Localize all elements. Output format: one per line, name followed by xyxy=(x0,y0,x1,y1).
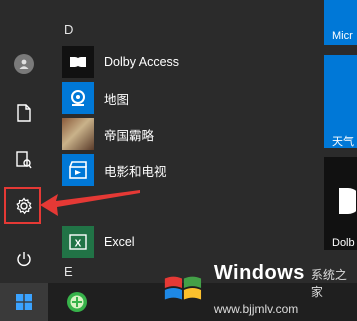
document-icon xyxy=(17,104,31,122)
tile-label: Dolb xyxy=(332,237,355,249)
user-avatar-button[interactable] xyxy=(4,44,44,84)
pictures-icon xyxy=(16,151,32,169)
settings-highlight-box xyxy=(4,187,41,224)
watermark: Windows 系统之家 www.bjjmlv.com xyxy=(162,262,352,316)
game-thumbnail-icon xyxy=(62,118,94,150)
user-icon xyxy=(14,54,34,74)
windows-flag-logo xyxy=(164,276,202,300)
documents-button[interactable] xyxy=(4,93,44,133)
app-label: 电影和电视 xyxy=(104,164,167,179)
start-sidebar xyxy=(0,0,48,283)
app-label: Dolby Access xyxy=(104,55,180,69)
section-letter-d[interactable]: D xyxy=(64,22,73,37)
dolby-icon xyxy=(339,188,356,214)
app-label: Excel xyxy=(104,235,135,249)
app-item-movies-tv[interactable]: 电影和电视 xyxy=(62,153,302,187)
power-icon xyxy=(17,252,31,266)
svg-text:X: X xyxy=(75,239,82,250)
app-item-empire-game[interactable]: 帝国霸略 xyxy=(62,117,302,151)
app-item-maps[interactable]: 地图 xyxy=(62,81,302,115)
maps-icon xyxy=(62,82,94,114)
start-button[interactable] xyxy=(0,283,48,321)
tile-label: Micr xyxy=(332,30,353,42)
movies-tv-icon xyxy=(62,154,94,186)
section-letter-e[interactable]: E xyxy=(64,264,73,279)
tile-weather[interactable]: 天气 xyxy=(324,55,357,148)
dolby-icon xyxy=(62,46,94,78)
watermark-url: www.bjjmlv.com xyxy=(213,302,299,316)
watermark-title: Windows xyxy=(213,262,305,284)
app-label: 帝国霸略 xyxy=(104,128,155,143)
pictures-button[interactable] xyxy=(4,140,44,180)
tile-label: 天气 xyxy=(332,136,354,148)
excel-icon: X xyxy=(62,226,94,258)
tile-dolby[interactable]: Dolb xyxy=(324,157,357,250)
watermark-text-block: Windows 系统之家 www.bjjmlv.com xyxy=(214,262,352,316)
power-button[interactable] xyxy=(4,239,44,279)
app-item-excel[interactable]: X Excel xyxy=(62,225,302,259)
taskbar-browser-button[interactable] xyxy=(56,283,98,321)
app-label: 地图 xyxy=(104,92,130,107)
app-list: D Dolby Access 地图 帝国霸略 电影和电视 X Excel E xyxy=(52,0,310,283)
tile-microsoft[interactable]: Micr xyxy=(324,0,357,45)
browser-icon xyxy=(67,292,87,312)
app-item-dolby-access[interactable]: Dolby Access xyxy=(62,45,302,79)
watermark-subtitle: 系统之家 xyxy=(310,268,347,299)
tiles-column: Micr 天气 Dolb xyxy=(310,0,357,283)
windows-logo-icon xyxy=(16,294,32,310)
